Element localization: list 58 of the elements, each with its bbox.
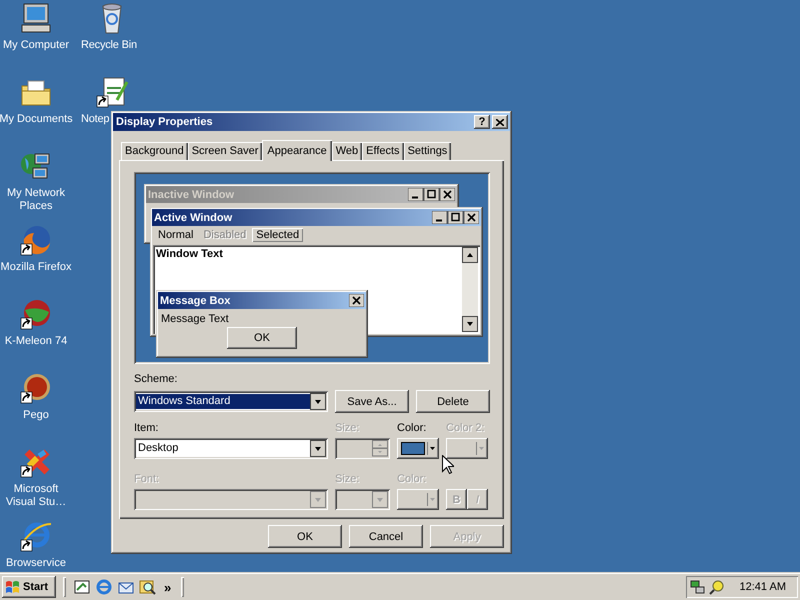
notepad-icon[interactable] [95,76,129,108]
size-spinner[interactable] [335,438,390,459]
dropdown-arrow-icon[interactable] [427,442,436,455]
caption-buttons-icon [408,188,455,201]
spinner-arrows-icon[interactable] [372,440,388,457]
tab[interactable]: Background [121,142,188,160]
scroll-down-icon [462,316,478,332]
help-button[interactable]: ? [474,115,490,129]
scroll-up-icon [462,247,478,263]
tab[interactable]: Web [332,142,362,160]
icon-label: Recycle Bin [81,39,137,52]
window-title: Message Box [160,294,232,306]
window-title: Active Window [154,212,234,224]
font-dropdown[interactable] [134,489,328,510]
icon-label: Microsoft Visual Stu… [4,483,68,509]
dialog-button[interactable]: Cancel [349,525,423,548]
search-icon[interactable] [139,578,157,596]
scheme-button[interactable]: Save As... [335,390,409,413]
tab[interactable]: Screen Saver [188,142,262,160]
close-icon [349,294,364,307]
item-dropdown[interactable]: Desktop [134,438,328,459]
close-button[interactable] [492,115,508,129]
icon-label: Browservice [6,557,66,570]
color-picker[interactable] [397,489,439,510]
field-label: Scheme: [134,373,178,386]
computer-icon[interactable] [19,2,53,34]
icon-label: My Computer [2,39,70,52]
search-icon[interactable] [709,579,725,595]
icon-label: My Network Places [6,187,66,213]
close-icon [496,118,504,126]
window-text: Window Text [156,247,223,260]
color-picker[interactable] [397,438,439,459]
window-title: Display Properties [115,116,214,128]
message-text: Message Text [160,312,230,327]
network-icon[interactable] [690,579,706,595]
cursor-icon [442,455,454,475]
scheme-button[interactable]: Delete [416,390,490,413]
icon-label: K-Meleon 74 [4,335,68,348]
clock: 12:41 AM [740,581,787,593]
tab[interactable]: Settings [404,142,452,160]
color-picker[interactable] [446,438,488,459]
more-button[interactable]: » [161,580,174,594]
start-button[interactable]: Start [2,576,56,598]
windows-flag-icon [5,580,21,594]
tab[interactable]: Appearance [262,140,332,161]
icon-label: Mozilla Firefox [0,261,72,274]
scheme-dropdown[interactable]: Windows Standard [134,391,328,412]
tab[interactable]: Effects [362,142,404,160]
window-title: Inactive Window [148,188,236,200]
icon-label: My Documents [0,113,73,126]
caption-buttons-icon [432,211,479,224]
desktop-icon[interactable] [73,578,91,596]
field-label: Item: [134,422,160,435]
icon-label: Notep [81,113,110,126]
dialog-button[interactable]: OK [268,525,342,548]
icon-label: Pego [23,409,49,422]
field-label: Color: [397,422,428,435]
font-size-dropdown[interactable] [335,489,390,510]
